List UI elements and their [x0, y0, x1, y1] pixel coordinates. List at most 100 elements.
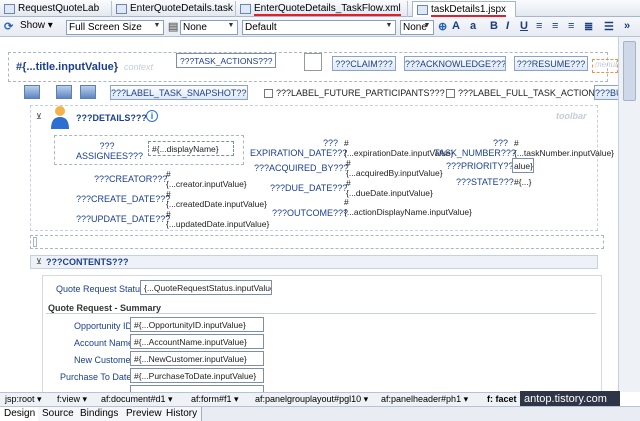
breadcrumb-item[interactable]: af:panelheader#ph1 ▾ — [378, 393, 471, 406]
assignees-label: ??? ASSIGNEES??? — [76, 141, 144, 161]
future-participants-checkbox[interactable] — [264, 89, 273, 98]
acquired-by-value: #{...acquiredBy.inputValue} — [346, 158, 443, 178]
quote-status-value: {...QuoteRequestStatus.inputValue} — [140, 280, 272, 295]
acquired-by-label: ???ACQUIRED_BY??? — [254, 163, 349, 173]
update-date-label: ???UPDATE_DATE??? — [76, 214, 171, 224]
breadcrumb: jsp:root ▾ f:view ▾ af:document#d1 ▾ af:… — [0, 392, 520, 406]
tab-history[interactable]: History — [162, 407, 203, 421]
full-task-actions-checkbox[interactable] — [446, 89, 455, 98]
scroll-thumb[interactable] — [623, 41, 636, 101]
font-size-small-icon[interactable]: a — [470, 20, 476, 32]
task-number-label: ??? TASK_NUMBER??? — [434, 138, 516, 158]
outcome-value: #{...actionDisplayName.inputValue} — [344, 197, 472, 217]
spacer-handle — [33, 237, 37, 247]
tab-source[interactable]: Source — [38, 407, 79, 421]
page-title: #{...title.inputValue} — [16, 61, 119, 73]
create-date-label: ???CREATE_DATE??? — [76, 194, 171, 204]
creator-label: ???CREATOR??? — [94, 174, 168, 184]
task-snapshot-button[interactable]: ???LABEL_TASK_SNAPSHOT??? — [110, 85, 248, 100]
overflow-icon[interactable]: » — [624, 20, 630, 32]
priority-label: ???PRIORITY??? — [446, 161, 519, 171]
tab-task-details-jspx[interactable]: taskDetails1.jspx — [412, 1, 516, 18]
outcome-label: ???OUTCOME??? — [272, 208, 349, 218]
xml-file-icon — [240, 4, 251, 14]
summary-title: Quote Request - Summary — [48, 303, 162, 313]
view-size-select[interactable]: Full Screen Size ▼ — [66, 20, 164, 35]
priority-value: alue} — [512, 158, 534, 173]
info-icon[interactable]: i — [146, 110, 158, 122]
collapse-icon[interactable]: ⊻ — [36, 112, 42, 121]
context-facet-label: context — [124, 62, 154, 72]
underline-icon[interactable]: U — [520, 20, 528, 32]
tab-preview[interactable]: Preview — [122, 407, 167, 421]
purchase-to-date-label: Purchase To Date — [60, 372, 132, 382]
account-name-label: Account Name — [74, 338, 134, 348]
resume-button[interactable]: ???RESUME??? — [514, 56, 588, 71]
new-customer-label: New Customer — [74, 355, 134, 365]
task-number-value: #{...taskNumber.inputValue} — [514, 138, 615, 158]
opportunity-id-value: #{...OpportunityID.inputValue} — [130, 317, 264, 332]
quote-status-label: Quote Request Status — [56, 284, 145, 294]
tab-bindings[interactable]: Bindings — [76, 407, 124, 421]
align-center-icon[interactable]: ≡ — [552, 20, 558, 32]
watermark: antop.tistory.com — [520, 391, 620, 407]
chevron-down-icon: ▾ — [275, 56, 276, 66]
breadcrumb-item[interactable]: jsp:root ▾ — [2, 393, 45, 406]
list-icon[interactable]: ☰ — [604, 20, 614, 33]
creator-value: #{...creator.inputValue} — [166, 169, 247, 189]
account-name-value: #{...AccountName.inputValue} — [130, 334, 264, 349]
image-icon[interactable] — [80, 85, 96, 99]
breadcrumb-item[interactable]: f: facet — [484, 393, 520, 406]
full-task-actions-label: ???LABEL_FULL_TASK_ACTIONS??? — [458, 88, 616, 98]
image-icon[interactable] — [56, 85, 72, 99]
next-field-value — [130, 385, 264, 392]
acknowledge-button[interactable]: ???ACKNOWLEDGE??? — [404, 56, 506, 71]
design-canvas: #{...title.inputValue} context ???TASK_A… — [0, 37, 618, 392]
more-button[interactable]: ???BUT — [594, 85, 618, 100]
chevron-down-icon: ▼ — [423, 22, 431, 29]
expiration-date-value: #{...expirationDate.inputValue} — [344, 138, 454, 158]
tab-enter-quote-details-task[interactable]: EnterQuoteDetails.task — [112, 1, 236, 17]
tab-task-flow-xml[interactable]: EnterQuoteDetails_TaskFlow.xml — [236, 1, 408, 17]
future-participants-label: ???LABEL_FUTURE_PARTICIPANTS??? — [276, 88, 445, 98]
align-left-icon[interactable]: ≡ — [536, 20, 542, 32]
chevron-down-icon: ▼ — [153, 22, 161, 29]
tab-request-quote-lab[interactable]: RequestQuoteLab — [0, 1, 112, 17]
opportunity-id-label: Opportunity ID — [74, 321, 133, 331]
assignees-value: #{...displayName} — [148, 141, 234, 156]
refresh-icon[interactable]: ⟳ — [4, 20, 13, 33]
bold-icon[interactable]: B — [490, 20, 498, 32]
menu-bar-facet: menuBa — [592, 59, 618, 73]
font-size-icon[interactable]: A — [452, 20, 460, 32]
vertical-scrollbar[interactable] — [618, 37, 640, 392]
task-file-icon — [116, 4, 127, 14]
due-date-label: ???DUE_DATE??? — [270, 183, 348, 193]
expiration-date-label: ??? EXPIRATION_DATE??? — [250, 138, 348, 158]
state-label: ???STATE??? — [456, 177, 514, 187]
task-actions-menu[interactable]: ???TASK_ACTIONS??? ▾ — [176, 53, 276, 68]
font-select[interactable]: None ▼ — [400, 20, 434, 35]
breadcrumb-item[interactable]: af:document#d1 ▾ — [98, 393, 176, 406]
font-color-icon[interactable]: ⊕ — [438, 20, 447, 33]
breadcrumb-item[interactable]: af:panelgrouplayout#pgl10 ▾ — [252, 393, 371, 406]
state-value: #{...} — [514, 177, 532, 187]
justify-icon[interactable]: ≣ — [584, 20, 593, 33]
italic-icon[interactable]: I — [506, 20, 509, 32]
claim-button[interactable]: ???CLAIM??? — [332, 56, 396, 71]
style-class-select[interactable]: None ▼ — [180, 20, 238, 35]
breadcrumb-item[interactable]: af:form#f1 ▾ — [188, 393, 242, 406]
collapse-icon[interactable]: ⊻ — [36, 257, 42, 266]
image-icon[interactable] — [24, 85, 40, 99]
editor-view-tabs: Design Source Bindings Preview History — [0, 406, 640, 421]
align-right-icon[interactable]: ≡ — [568, 20, 574, 32]
contents-title: ???CONTENTS??? — [46, 257, 129, 267]
tab-design[interactable]: Design — [0, 407, 41, 421]
style-select[interactable]: Default ▼ — [242, 20, 396, 35]
breadcrumb-item[interactable]: f:view ▾ — [54, 393, 90, 406]
style-class-icon: ▤ — [168, 21, 179, 33]
separator-box — [304, 53, 322, 71]
purchase-to-date-value: #{...PurchaseToDate.inputValue} — [130, 368, 264, 383]
chevron-down-icon: ▼ — [385, 22, 393, 29]
user-icon — [50, 105, 70, 129]
show-menu[interactable]: Show ▾ — [20, 20, 53, 31]
